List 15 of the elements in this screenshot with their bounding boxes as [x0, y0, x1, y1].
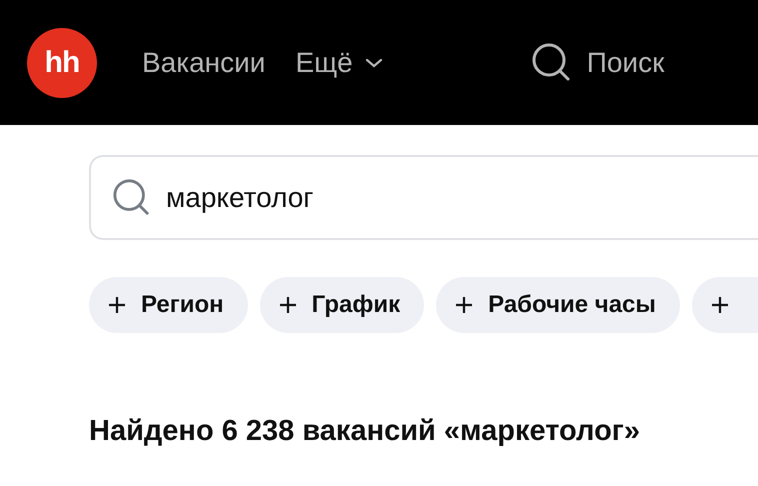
- results-heading: Найдено 6 238 вакансий «маркетолог»: [89, 415, 641, 448]
- plus-icon: [710, 295, 730, 315]
- search-field[interactable]: маркетолог: [89, 155, 758, 240]
- logo[interactable]: hh: [27, 28, 97, 98]
- filter-chip[interactable]: Рабочие часы: [436, 277, 680, 333]
- nav-link[interactable]: Вакансии: [142, 46, 266, 78]
- plus-icon: [278, 295, 298, 315]
- chevron-down-icon: [364, 58, 383, 68]
- filter-chip[interactable]: Регион: [89, 277, 248, 333]
- filter-chip[interactable]: График: [260, 277, 424, 333]
- search-query: маркетолог: [166, 182, 314, 214]
- plus-icon: [107, 295, 127, 315]
- search-link[interactable]: Поиск: [530, 42, 664, 84]
- nav-dropdown[interactable]: Ещё: [295, 46, 383, 78]
- plus-icon: [454, 295, 474, 315]
